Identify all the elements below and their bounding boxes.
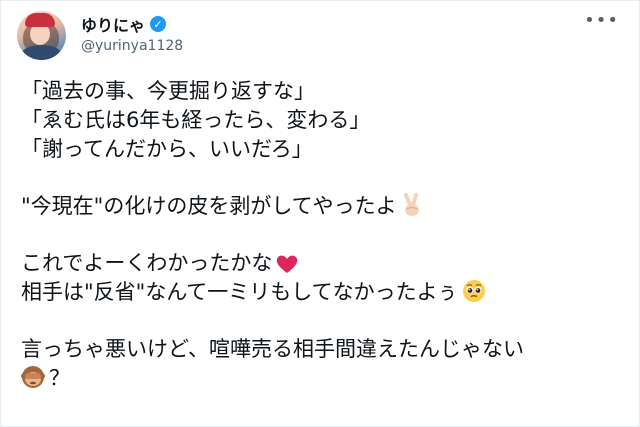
display-name[interactable]: ゆりにゃ [81, 12, 145, 36]
tweet-line: 言っちゃ悪いけど、喧嘩売る相手間違えたんじゃない [21, 337, 524, 361]
tweet-line: これでよーくわかったかな [21, 251, 273, 275]
see-no-evil-monkey-emoji-icon [21, 365, 45, 397]
profile-avatar[interactable] [17, 11, 66, 60]
tweet-card: ゆりにゃ ✓ @yurinya1128 ••• 「過去の事、今更掘り返すな」 「… [0, 0, 640, 427]
tweet-line-with-emoji: これでよーくわかったかな [21, 249, 621, 278]
tweet-line: 「ゑむ氏は6年も経ったら、変わる」 [21, 108, 371, 132]
tweet-line: ？ [49, 366, 70, 390]
tweet-line: 「謝ってんだから、いいだろ」 [21, 137, 313, 161]
tweet-text: 「過去の事、今更掘り返すな」 「ゑむ氏は6年も経ったら、変わる」 「謝ってんだか… [21, 77, 621, 393]
tweet-line-with-emoji: ？ [21, 364, 621, 393]
tweet-line: 相手は"反省"なんて一ミリもしてなかったよぅ [21, 280, 458, 304]
more-options-icon[interactable]: ••• [584, 10, 619, 31]
author-name-row: ゆりにゃ ✓ [81, 12, 167, 36]
tweet-line-with-emoji: 相手は"反省"なんて一ミリもしてなかったよぅ [21, 278, 621, 307]
verified-badge-icon: ✓ [150, 16, 167, 32]
avatar-shirt [21, 45, 62, 60]
tweet-line: 「過去の事、今更掘り返すな」 [21, 79, 315, 103]
pleading-face-emoji-icon [462, 279, 486, 311]
tweet-line: "今現在"の化けの皮を剥がしてやったよ [21, 194, 397, 218]
avatar-hat [25, 13, 55, 27]
user-handle[interactable]: @yurinya1128 [81, 38, 183, 54]
tweet-line-with-emoji: "今現在"の化けの皮を剥がしてやったよ [21, 192, 621, 221]
victory-hand-emoji-icon [401, 193, 423, 225]
